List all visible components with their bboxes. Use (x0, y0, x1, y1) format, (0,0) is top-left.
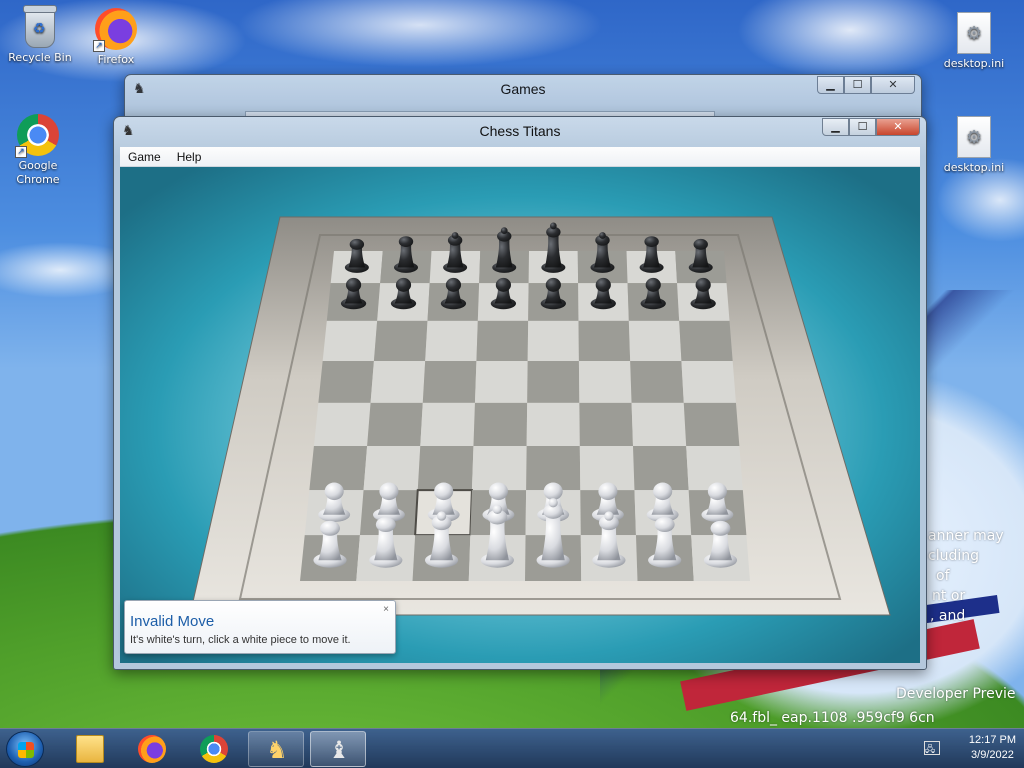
invalid-move-notification[interactable]: Invalid Move It's white's turn, click a … (124, 600, 396, 654)
clock-date: 3/9/2022 (971, 749, 1014, 761)
games-maximize-button[interactable]: ☐ (844, 76, 871, 94)
board-square[interactable] (367, 402, 423, 446)
wallpaper-text-line: Developer Previe (896, 686, 1016, 702)
games-close-button[interactable]: ✕ (871, 76, 915, 94)
chess-close-button[interactable]: ✕ (876, 118, 920, 136)
recycle-bin-icon (23, 5, 57, 48)
wallpaper-text-line: nt or (932, 588, 966, 604)
chess-minimize-button[interactable]: ▁ (822, 118, 849, 136)
network-icon[interactable]: 🖧 (924, 741, 940, 755)
taskbar-chess-titans-button[interactable]: ♝ (310, 731, 366, 767)
chrome-icon: ↗ (15, 114, 59, 158)
taskbar-explorer-button[interactable] (62, 731, 118, 767)
start-button[interactable] (6, 731, 44, 767)
desktop-icon-google-chrome[interactable]: ↗ Google Chrome (0, 114, 76, 187)
board-square[interactable] (474, 361, 528, 403)
desktop-icon-label: Google Chrome (16, 159, 60, 186)
chess-titans-window[interactable]: ♞ Chess Titans ▁ ☐ ✕ Game Help (113, 116, 927, 670)
wallpaper-text-line: cluding (928, 548, 979, 564)
desktop-icon-firefox[interactable]: ↗ Firefox (78, 8, 154, 67)
board-square[interactable] (679, 320, 733, 362)
desktop-icon-label: Recycle Bin (8, 51, 72, 64)
wallpaper-text-line: , and (930, 608, 966, 624)
board-square[interactable] (422, 361, 477, 403)
desktop-icon-recycle-bin[interactable]: Recycle Bin (2, 5, 78, 65)
games-title-bar[interactable]: ♞ Games ▁ ☐ ✕ (125, 75, 921, 105)
taskbar-firefox-button[interactable] (124, 731, 180, 767)
system-clock[interactable]: 12:17 PM 3/9/2022 (969, 733, 1016, 763)
board-square[interactable] (420, 402, 475, 446)
board-square[interactable] (313, 402, 371, 446)
chrome-icon (200, 735, 228, 763)
wallpaper-text-line: of (936, 568, 950, 584)
taskbar-chrome-button[interactable] (186, 731, 242, 767)
notification-title: Invalid Move (130, 613, 215, 630)
board-square[interactable] (681, 361, 736, 403)
board-square[interactable] (473, 402, 528, 446)
board-square[interactable] (373, 320, 428, 362)
board-square[interactable] (527, 361, 580, 403)
desktop-icon-desktop-ini[interactable]: desktop.ini (936, 12, 1012, 71)
notification-close-button[interactable]: × (383, 604, 389, 615)
chess-board-scene[interactable] (120, 167, 920, 663)
chess-window-title: Chess Titans (479, 123, 561, 139)
board-square[interactable] (579, 402, 633, 446)
board-square[interactable] (527, 320, 579, 362)
chess-icon: ♝ (328, 736, 350, 764)
firefox-icon: ↗ (93, 8, 137, 52)
board-square[interactable] (476, 320, 529, 362)
board-square[interactable] (630, 361, 684, 403)
clock-time: 12:17 PM (968, 734, 1016, 746)
board-square[interactable] (628, 320, 682, 362)
menu-game[interactable]: Game (120, 147, 169, 166)
desktop-icon-label: desktop.ini (943, 161, 1005, 174)
board-square[interactable] (631, 402, 687, 446)
board-square[interactable] (578, 320, 631, 362)
board-square[interactable] (526, 402, 580, 446)
board-square[interactable] (318, 361, 374, 403)
board-square[interactable] (578, 361, 632, 403)
desktop-icon-label: desktop.ini (943, 57, 1005, 70)
board-square[interactable] (683, 402, 740, 446)
firefox-icon (138, 735, 166, 763)
taskbar-games-button[interactable]: ♞ (248, 731, 304, 767)
games-window-title: Games (500, 81, 546, 97)
folder-icon (76, 735, 104, 763)
board-square[interactable] (370, 361, 426, 403)
board-square[interactable] (322, 320, 378, 362)
games-minimize-button[interactable]: ▁ (817, 76, 844, 94)
board-square[interactable] (425, 320, 478, 362)
wallpaper-text-line: 64.fbl_ eap.1108 .959cf9 6cn (730, 710, 935, 726)
chess-menu-bar: Game Help (120, 147, 920, 167)
menu-help[interactable]: Help (169, 147, 210, 166)
chess-maximize-button[interactable]: ☐ (849, 118, 876, 136)
settings-file-icon (957, 12, 991, 54)
games-icon: ♞ (266, 736, 288, 764)
wallpaper-text-line: anner may (928, 528, 1004, 544)
chess-game-area[interactable] (120, 167, 920, 663)
settings-file-icon (957, 116, 991, 158)
taskbar: ♞ ♝ 🖧 12:17 PM 3/9/2022 (0, 728, 1024, 768)
chess-title-bar[interactable]: ♞ Chess Titans ▁ ☐ ✕ (114, 117, 926, 147)
board-squares (300, 251, 750, 581)
desktop-icon-desktop-ini[interactable]: desktop.ini (936, 116, 1012, 175)
notification-message: It's white's turn, click a white piece t… (130, 634, 351, 646)
desktop-icon-label: Firefox (97, 53, 135, 66)
